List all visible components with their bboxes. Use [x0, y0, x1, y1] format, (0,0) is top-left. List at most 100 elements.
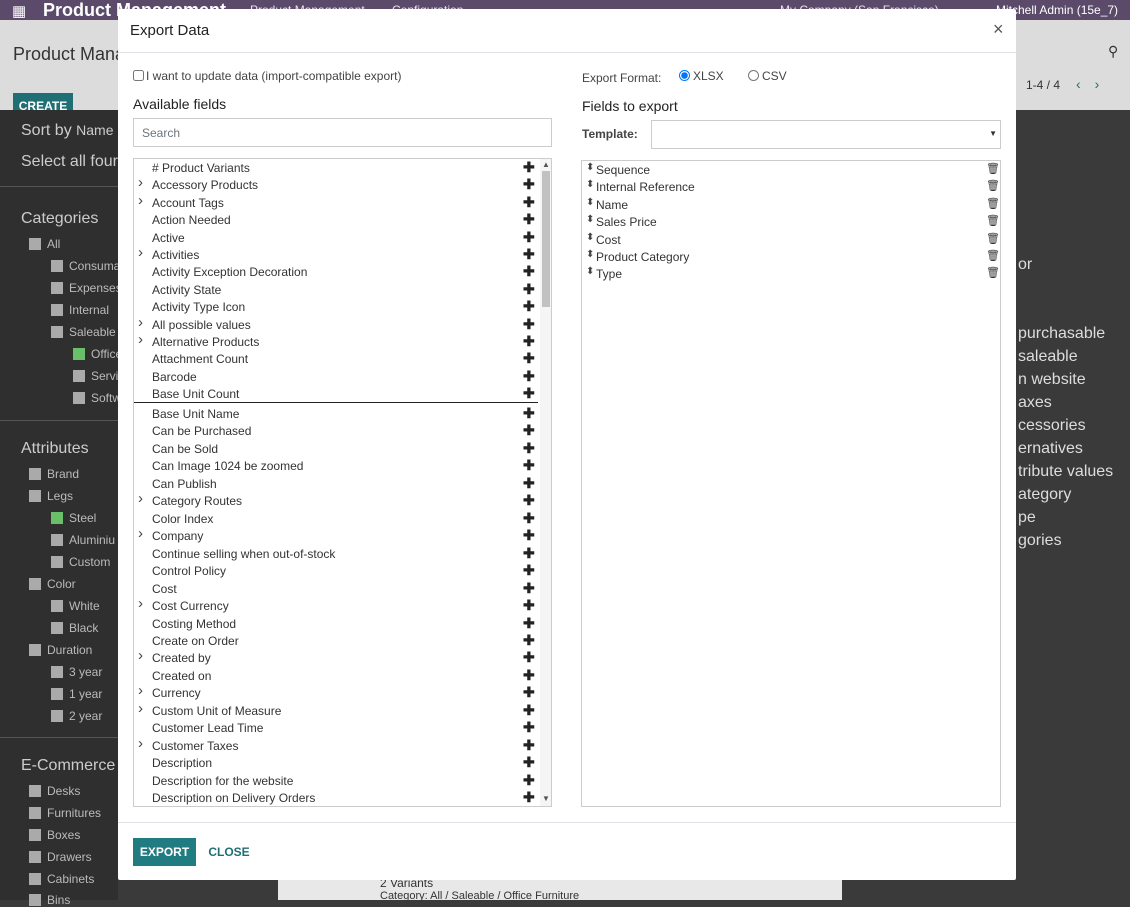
- add-field-icon[interactable]: ✚: [523, 632, 535, 649]
- trash-icon[interactable]: 🗑: [986, 266, 1000, 279]
- ecommerce-item[interactable]: Boxes: [29, 828, 80, 842]
- add-field-icon[interactable]: ✚: [523, 615, 535, 632]
- add-field-icon[interactable]: ✚: [523, 789, 535, 806]
- drag-handle-icon[interactable]: ⬍: [586, 214, 594, 225]
- drag-handle-icon[interactable]: ⬍: [586, 249, 594, 260]
- close-icon[interactable]: ×: [993, 19, 1004, 40]
- trash-icon[interactable]: 🗑: [986, 197, 1000, 210]
- available-field-row[interactable]: Created on ✚: [134, 667, 538, 685]
- drag-handle-icon[interactable]: ⬍: [586, 197, 594, 208]
- expand-caret-icon[interactable]: ›: [138, 735, 143, 752]
- available-field-row[interactable]: Control Policy ✚: [134, 562, 538, 580]
- available-field-row[interactable]: › Cost Currency ✚: [134, 595, 538, 615]
- expand-caret-icon[interactable]: ›: [138, 331, 143, 348]
- available-field-row[interactable]: Continue selling when out-of-stock ✚: [134, 545, 538, 563]
- attribute-item[interactable]: Brand: [29, 467, 79, 481]
- available-field-row[interactable]: › Created by ✚: [134, 647, 538, 667]
- category-item[interactable]: Expenses: [51, 281, 122, 295]
- expand-caret-icon[interactable]: ›: [138, 192, 143, 209]
- trash-icon[interactable]: 🗑: [986, 162, 1000, 175]
- category-item[interactable]: All: [29, 237, 60, 251]
- trash-icon[interactable]: 🗑: [986, 179, 1000, 192]
- format-xlsx-radio[interactable]: [679, 70, 690, 81]
- expand-caret-icon[interactable]: ›: [138, 174, 143, 191]
- ecommerce-item[interactable]: Cabinets: [29, 872, 94, 886]
- add-field-icon[interactable]: ✚: [523, 316, 535, 333]
- expand-caret-icon[interactable]: ›: [138, 244, 143, 261]
- add-field-icon[interactable]: ✚: [523, 510, 535, 527]
- trash-icon[interactable]: 🗑: [986, 232, 1000, 245]
- import-compatible-checkbox[interactable]: [133, 70, 144, 81]
- add-field-icon[interactable]: ✚: [523, 562, 535, 579]
- add-field-icon[interactable]: ✚: [523, 368, 535, 385]
- attribute-item[interactable]: 2 year: [51, 709, 102, 723]
- expand-caret-icon[interactable]: ›: [138, 682, 143, 699]
- add-field-icon[interactable]: ✚: [523, 281, 535, 298]
- ecommerce-item[interactable]: Bins: [29, 893, 70, 907]
- available-field-row[interactable]: Activity Exception Decoration ✚: [134, 263, 538, 281]
- add-field-icon[interactable]: ✚: [523, 719, 535, 736]
- category-item[interactable]: Internal: [51, 303, 109, 317]
- expand-caret-icon[interactable]: ›: [138, 700, 143, 717]
- add-field-icon[interactable]: ✚: [523, 194, 535, 211]
- available-field-row[interactable]: Attachment Count ✚: [134, 350, 538, 368]
- format-xlsx-option[interactable]: XLSX: [679, 69, 724, 83]
- select-all-label[interactable]: Select all four: [21, 153, 118, 171]
- export-field-row[interactable]: ⬍ Name 🗑: [582, 197, 1000, 214]
- add-field-icon[interactable]: ✚: [523, 737, 535, 754]
- drag-handle-icon[interactable]: ⬍: [586, 232, 594, 243]
- ecommerce-item[interactable]: Drawers: [29, 850, 92, 864]
- attribute-item[interactable]: Black: [51, 621, 98, 635]
- available-field-row[interactable]: Costing Method ✚: [134, 615, 538, 633]
- attribute-item[interactable]: Legs: [29, 489, 73, 503]
- export-field-row[interactable]: ⬍ Sequence 🗑: [582, 162, 1000, 179]
- available-fields-scrollbar[interactable]: ▲ ▼: [540, 159, 551, 806]
- ecommerce-item[interactable]: Desks: [29, 784, 80, 798]
- attribute-item[interactable]: 1 year: [51, 687, 102, 701]
- add-field-icon[interactable]: ✚: [523, 527, 535, 544]
- available-field-row[interactable]: › Activities ✚: [134, 244, 538, 264]
- add-field-icon[interactable]: ✚: [523, 597, 535, 614]
- expand-caret-icon[interactable]: ›: [138, 490, 143, 507]
- export-field-row[interactable]: ⬍ Cost 🗑: [582, 232, 1000, 249]
- category-item[interactable]: Saleable: [51, 325, 116, 339]
- export-button[interactable]: EXPORT: [133, 838, 196, 866]
- available-field-row[interactable]: Description on Delivery Orders ✚: [134, 789, 538, 806]
- add-field-icon[interactable]: ✚: [523, 475, 535, 492]
- apps-menu-icon[interactable]: ▦: [12, 2, 26, 20]
- add-field-icon[interactable]: ✚: [523, 350, 535, 367]
- add-field-icon[interactable]: ✚: [523, 649, 535, 666]
- expand-caret-icon[interactable]: ›: [138, 647, 143, 664]
- scroll-up-icon[interactable]: ▲: [542, 160, 550, 169]
- add-field-icon[interactable]: ✚: [523, 298, 535, 315]
- available-field-row[interactable]: › Custom Unit of Measure ✚: [134, 700, 538, 720]
- add-field-icon[interactable]: ✚: [523, 667, 535, 684]
- available-field-row[interactable]: Can Publish ✚: [134, 475, 538, 493]
- available-field-row[interactable]: Color Index ✚: [134, 510, 538, 528]
- attribute-item[interactable]: Duration: [29, 643, 92, 657]
- available-field-row[interactable]: Can Image 1024 be zoomed ✚: [134, 457, 538, 475]
- add-field-icon[interactable]: ✚: [523, 422, 535, 439]
- add-field-icon[interactable]: ✚: [523, 176, 535, 193]
- available-field-row[interactable]: Cost ✚: [134, 580, 538, 598]
- available-field-row[interactable]: › Currency ✚: [134, 682, 538, 702]
- attribute-item[interactable]: Custom: [51, 555, 110, 569]
- export-field-row[interactable]: ⬍ Internal Reference 🗑: [582, 179, 1000, 196]
- scroll-down-icon[interactable]: ▼: [542, 794, 550, 803]
- available-field-row[interactable]: › All possible values ✚: [134, 314, 538, 334]
- add-field-icon[interactable]: ✚: [523, 702, 535, 719]
- add-field-icon[interactable]: ✚: [523, 385, 535, 402]
- expand-caret-icon[interactable]: ›: [138, 595, 143, 612]
- available-field-row[interactable]: Activity Type Icon ✚: [134, 298, 538, 316]
- format-csv-option[interactable]: CSV: [748, 69, 787, 83]
- add-field-icon[interactable]: ✚: [523, 684, 535, 701]
- attribute-item[interactable]: 3 year: [51, 665, 102, 679]
- available-field-row[interactable]: Base Unit Count ✚: [134, 385, 538, 404]
- expand-caret-icon[interactable]: ›: [138, 525, 143, 542]
- export-field-row[interactable]: ⬍ Type 🗑: [582, 266, 1000, 283]
- available-field-row[interactable]: Description for the website ✚: [134, 772, 538, 790]
- attribute-item[interactable]: Color: [29, 577, 76, 591]
- export-field-row[interactable]: ⬍ Sales Price 🗑: [582, 214, 1000, 231]
- format-csv-radio[interactable]: [748, 70, 759, 81]
- category-item[interactable]: Consuma: [51, 259, 120, 273]
